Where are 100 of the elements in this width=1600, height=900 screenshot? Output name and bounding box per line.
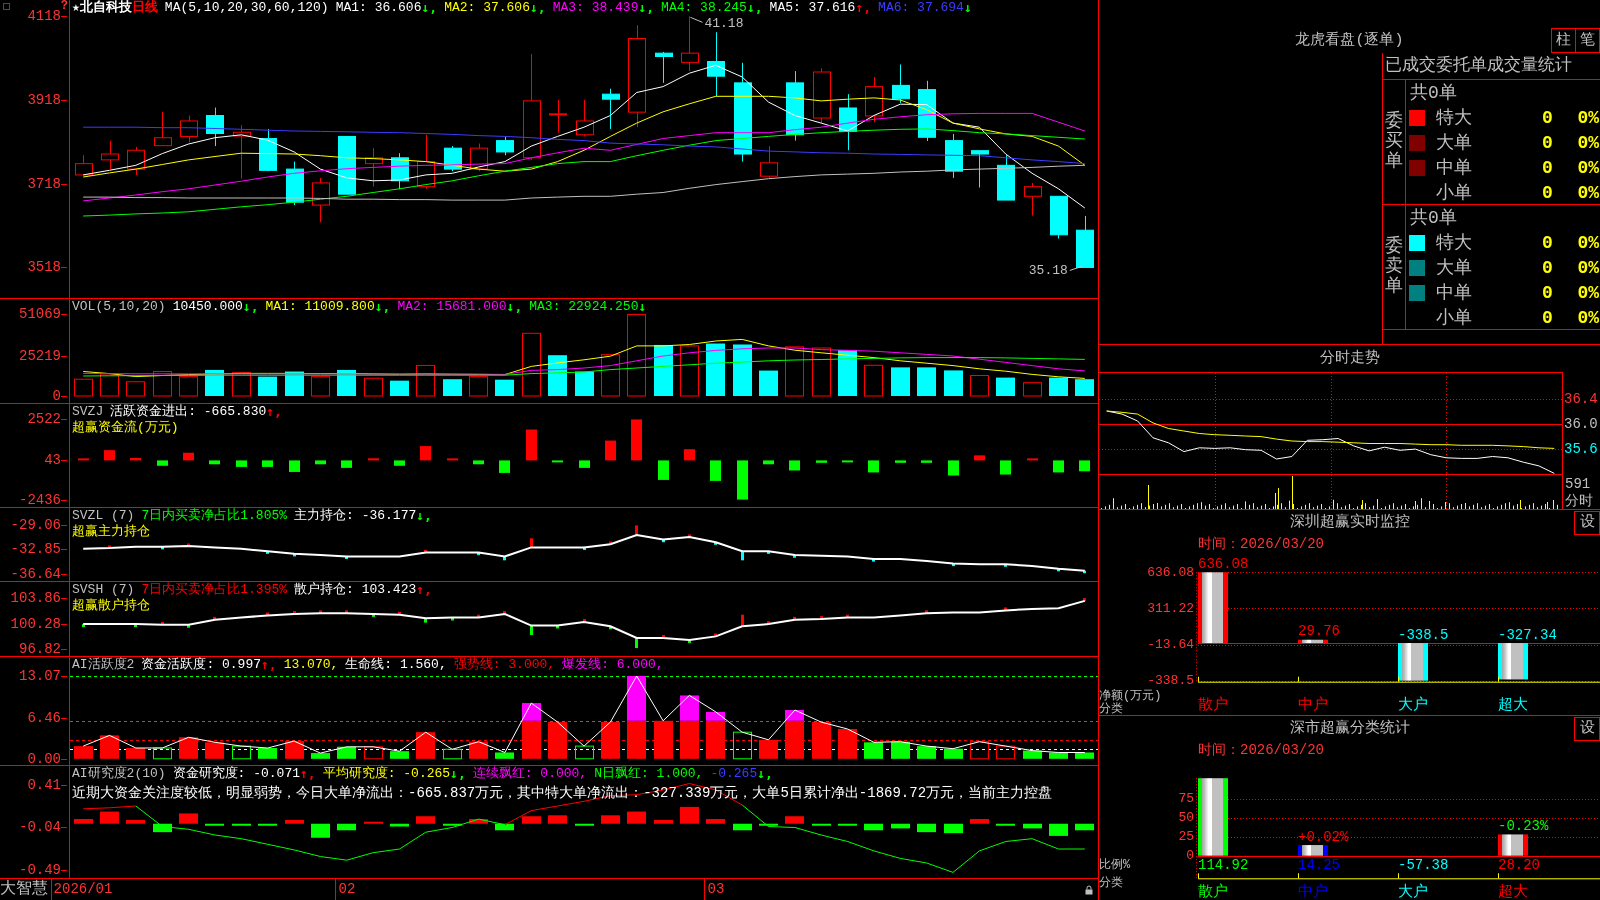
date-label: 03 — [707, 880, 725, 899]
trend-arrow: ↓, — [242, 299, 259, 315]
indicator-value: MA3: 38.439 — [552, 0, 639, 16]
axis-label: -338.5 — [1147, 673, 1194, 689]
order-share: 0% — [1577, 256, 1600, 279]
chart-title: SVZL (7) — [72, 508, 135, 524]
chart-title: AI活跃度2 — [72, 657, 135, 673]
category-label: 散户 — [1198, 883, 1228, 900]
axis-label: 6.46 — [27, 710, 61, 725]
axis-label: 0.00 — [27, 751, 61, 766]
trend-arrow: ↓ — [963, 0, 972, 16]
axis-title: 分类 — [1099, 702, 1123, 717]
axis-label: 3518 — [27, 260, 61, 275]
indicator-value: 散户持仓: 103.423 — [294, 582, 417, 598]
axis-label: 0 — [1186, 848, 1194, 864]
category-label: 大户 — [1398, 883, 1428, 900]
order-count: 0 — [1542, 106, 1553, 129]
trend-arrow: ↓, — [529, 0, 546, 16]
axis-label: 4118 — [27, 9, 61, 24]
axis-label: 50 — [1178, 810, 1194, 826]
order-share: 0% — [1577, 106, 1600, 129]
order-count: 0 — [1542, 231, 1553, 254]
axis-label: 96.82 — [19, 641, 61, 656]
indicator-value: MA1: 11009.800 — [265, 299, 375, 315]
bar-value-label: 29.76 — [1298, 623, 1340, 640]
order-count: 0 — [1542, 306, 1553, 329]
axis-label: 43 — [44, 452, 61, 467]
order-share: 0% — [1577, 306, 1600, 329]
order-count: 0 — [1542, 256, 1553, 279]
axis-title: 分类 — [1099, 875, 1123, 890]
bar-value-label: 636.08 — [1198, 556, 1249, 572]
bar-value-label: -338.5 — [1398, 626, 1449, 643]
indicator-value: N日飘红: 1.000, — [594, 766, 704, 782]
axis-label: 51069 — [19, 307, 61, 322]
amount-label: 14.25 — [1298, 856, 1340, 873]
amount-label: -57.38 — [1398, 856, 1449, 873]
axis-label: 25 — [1178, 829, 1194, 845]
category-label: 散户 — [1198, 696, 1228, 714]
category-label: 大户 — [1398, 696, 1428, 714]
volume-scale-label: 591 — [1565, 475, 1591, 492]
axis-label: -29.06 — [10, 517, 61, 532]
axis-label: 103.86 — [10, 590, 61, 605]
order-size-label: 大单 — [1436, 256, 1473, 279]
side-label: 委买单 — [1385, 112, 1403, 172]
table-title: 已成交委托单成交量统计 — [1385, 55, 1572, 77]
trend-arrow: ↓, — [450, 766, 466, 782]
axis-label: -0.49 — [19, 862, 61, 877]
order-count: 0 — [1542, 281, 1553, 304]
trend-arrow: ↑, — [855, 0, 872, 16]
order-share: 0% — [1577, 181, 1600, 204]
axis-label: 36.4 — [1564, 391, 1598, 408]
timestamp: 时间：2026/03/20 — [1198, 742, 1324, 758]
indicator-value: 7日内买卖净占比1.395% — [141, 582, 288, 598]
chart-title: AI研究度2(10) — [72, 766, 166, 782]
order-total: 共0单 — [1410, 81, 1457, 104]
indicator-value: 平均研究度: -0.265 — [322, 766, 451, 782]
chart-title: 日线 — [131, 0, 158, 16]
trend-arrow: ↓, — [374, 299, 391, 315]
axis-label: 25219 — [19, 348, 61, 363]
order-count: 0 — [1542, 131, 1553, 154]
panel-title: 深市超赢分类统计 — [1289, 719, 1410, 739]
order-size-label: 小单 — [1436, 181, 1473, 204]
date-label: 2026/01 — [53, 880, 113, 899]
axis-label: 311.22 — [1147, 600, 1194, 616]
indicator-name: 超赢主力持仓 — [72, 524, 150, 540]
category-label: 超大 — [1498, 696, 1528, 714]
trend-arrow: ↓, — [506, 299, 523, 315]
panel-title: 分时走势 — [1319, 348, 1380, 369]
order-count: 0 — [1542, 156, 1553, 179]
order-total: 共0单 — [1410, 206, 1457, 229]
indicator-name: 超赢散户持仓 — [72, 598, 150, 614]
axis-label: 35.6 — [1564, 441, 1598, 458]
date-label: 02 — [338, 880, 356, 899]
order-size-label: 小单 — [1436, 306, 1473, 329]
indicator-name: 超赢资金流(万元) — [72, 420, 179, 436]
category-label: 中户 — [1298, 696, 1328, 714]
order-share: 0% — [1577, 281, 1600, 304]
indicator-value: MA4: 38.245 — [661, 0, 747, 16]
indicator-value: 生命线: 1.560, — [345, 657, 447, 673]
axis-label: 36.0 — [1564, 416, 1598, 433]
axis-label: 13.07 — [19, 669, 61, 683]
axis-label: 2522 — [27, 412, 61, 427]
chart-title: ★北自科技 — [72, 0, 132, 16]
indicator-value: 主力持仓: -36.177 — [294, 508, 417, 524]
trend-arrow: ↓ — [638, 299, 647, 315]
axis-label: 636.08 — [1147, 564, 1194, 580]
trend-arrow: ↑, — [416, 582, 432, 598]
axis-label: -36.64 — [10, 566, 61, 581]
order-size-label: 中单 — [1436, 281, 1473, 304]
panel-title: 龙虎看盘(逐单) — [1295, 30, 1404, 51]
axis-label: -32.85 — [10, 542, 61, 556]
volume-unit-label: 分时 — [1565, 492, 1593, 509]
indicator-value: MA2: 37.606 — [444, 0, 530, 16]
indicator-value: MA5: 37.616 — [769, 0, 856, 16]
trend-arrow: ↓, — [416, 508, 432, 524]
trend-arrow: ↓, — [757, 766, 773, 782]
chart-title: SVSH (7) — [72, 582, 135, 598]
indicator-value: 资金活跃度: 0.997 — [141, 657, 261, 673]
order-share: 0% — [1577, 131, 1600, 154]
indicator-value: 活跃资金进出: -665.830 — [110, 404, 267, 420]
